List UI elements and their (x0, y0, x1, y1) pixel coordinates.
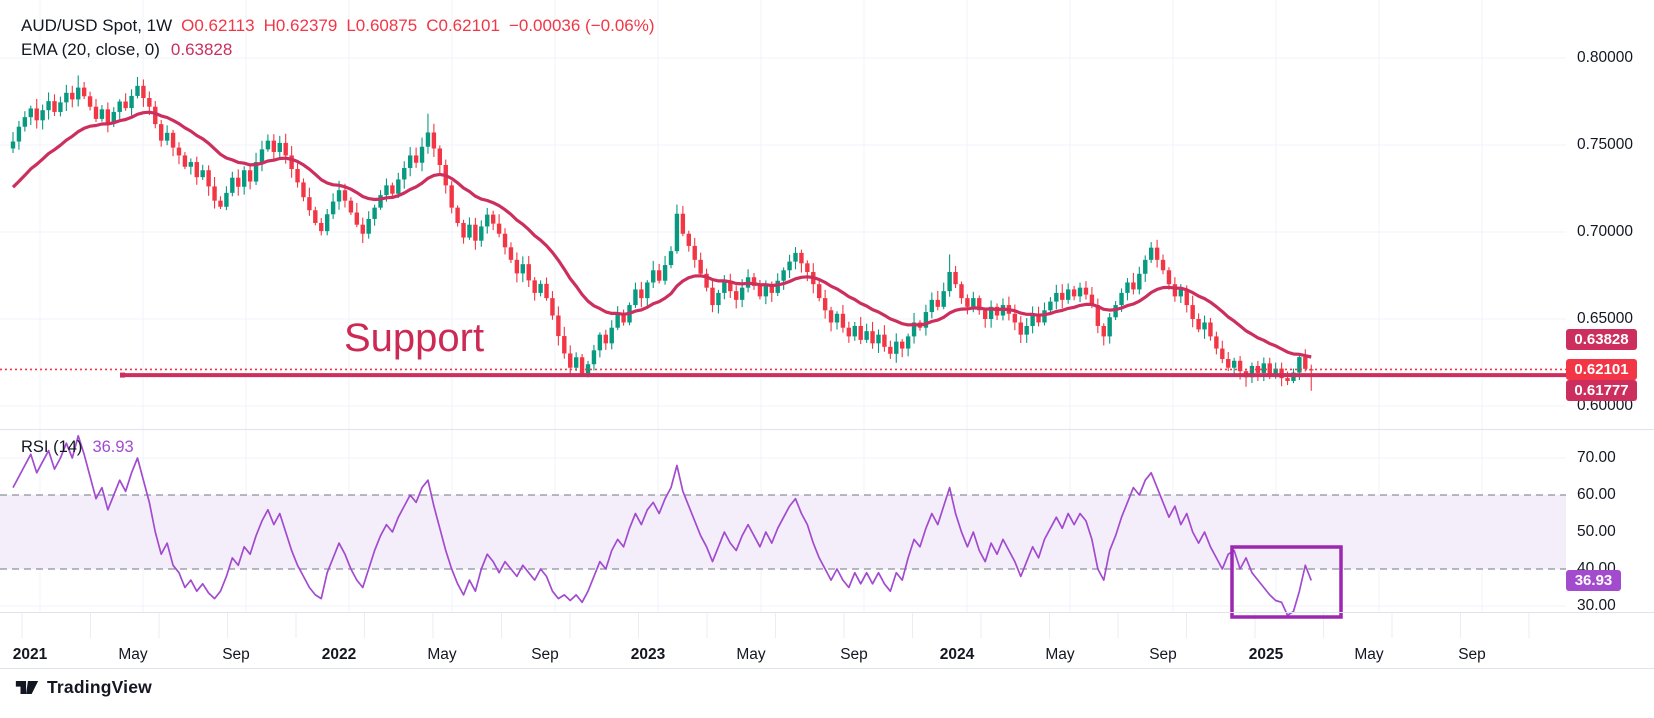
ohlc-high: H0.62379 (264, 16, 338, 35)
candlestick-series[interactable] (11, 75, 1314, 390)
ema-price-badge: 0.63828 (1566, 329, 1637, 350)
support-price-badge: 0.61777 (1566, 380, 1637, 401)
time-tick-label: May (1045, 646, 1074, 664)
rsi-value-badge: 36.93 (1566, 570, 1621, 591)
tradingview-chart-window: AUD/USD Spot, 1W O0.62113 H0.62379 L0.60875… (0, 0, 1654, 718)
time-tick-label: May (1354, 646, 1383, 664)
time-tick-label: Sep (531, 646, 559, 664)
time-tick-label: Sep (1458, 646, 1486, 664)
rsi-legend-value: 36.93 (92, 438, 133, 456)
ema-legend[interactable]: EMA (20, close, 0) 0.63828 (21, 40, 232, 60)
ema-legend-value: 0.63828 (171, 40, 232, 59)
ohlc-open: O0.62113 (181, 16, 254, 35)
symbol-title[interactable]: AUD/USD Spot, 1W (21, 16, 172, 35)
tradingview-brand[interactable]: TradingView (14, 677, 152, 698)
rsi-tick-label: 70.00 (1577, 448, 1616, 468)
rsi-tick-label: 30.00 (1577, 596, 1616, 616)
support-annotation-label[interactable]: Support (344, 316, 484, 361)
time-tick-label: Sep (840, 646, 868, 664)
time-tick-label: 2024 (940, 646, 974, 664)
rsi-legend[interactable]: RSI (14) 36.93 (21, 438, 134, 457)
time-tick-label: Sep (1149, 646, 1177, 664)
support-line-anchor[interactable] (120, 373, 125, 378)
price-tick-label: 0.70000 (1577, 222, 1633, 242)
ema-line[interactable] (13, 112, 1311, 357)
time-tick-label: 2021 (13, 646, 47, 664)
price-tick-label: 0.80000 (1577, 48, 1633, 68)
rsi-tick-label: 60.00 (1577, 485, 1616, 505)
brand-name: TradingView (47, 677, 152, 698)
time-tick-label: 2025 (1249, 646, 1283, 664)
price-tick-label: 0.75000 (1577, 135, 1633, 155)
last-price-badge: 0.62101 (1566, 359, 1637, 380)
ema-legend-label[interactable]: EMA (20, close, 0) (21, 40, 160, 59)
ohlc-low: L0.60875 (346, 16, 417, 35)
time-tick-label: 2023 (631, 646, 665, 664)
chart-canvas[interactable] (0, 0, 1654, 672)
time-tick-label: May (118, 646, 147, 664)
rsi-band (0, 495, 1566, 569)
time-tick-label: Sep (222, 646, 250, 664)
rsi-legend-label[interactable]: RSI (14) (21, 438, 82, 456)
tradingview-logo-icon (14, 678, 40, 697)
time-tick-label: May (736, 646, 765, 664)
symbol-legend[interactable]: AUD/USD Spot, 1W O0.62113 H0.62379 L0.60875… (21, 16, 655, 36)
time-tick-label: 2022 (322, 646, 356, 664)
price-tick-label: 0.65000 (1577, 309, 1633, 329)
price-change: −0.00036 (−0.06%) (509, 16, 655, 35)
time-tick-label: May (427, 646, 456, 664)
ohlc-close: C0.62101 (426, 16, 500, 35)
rsi-tick-label: 50.00 (1577, 522, 1616, 542)
